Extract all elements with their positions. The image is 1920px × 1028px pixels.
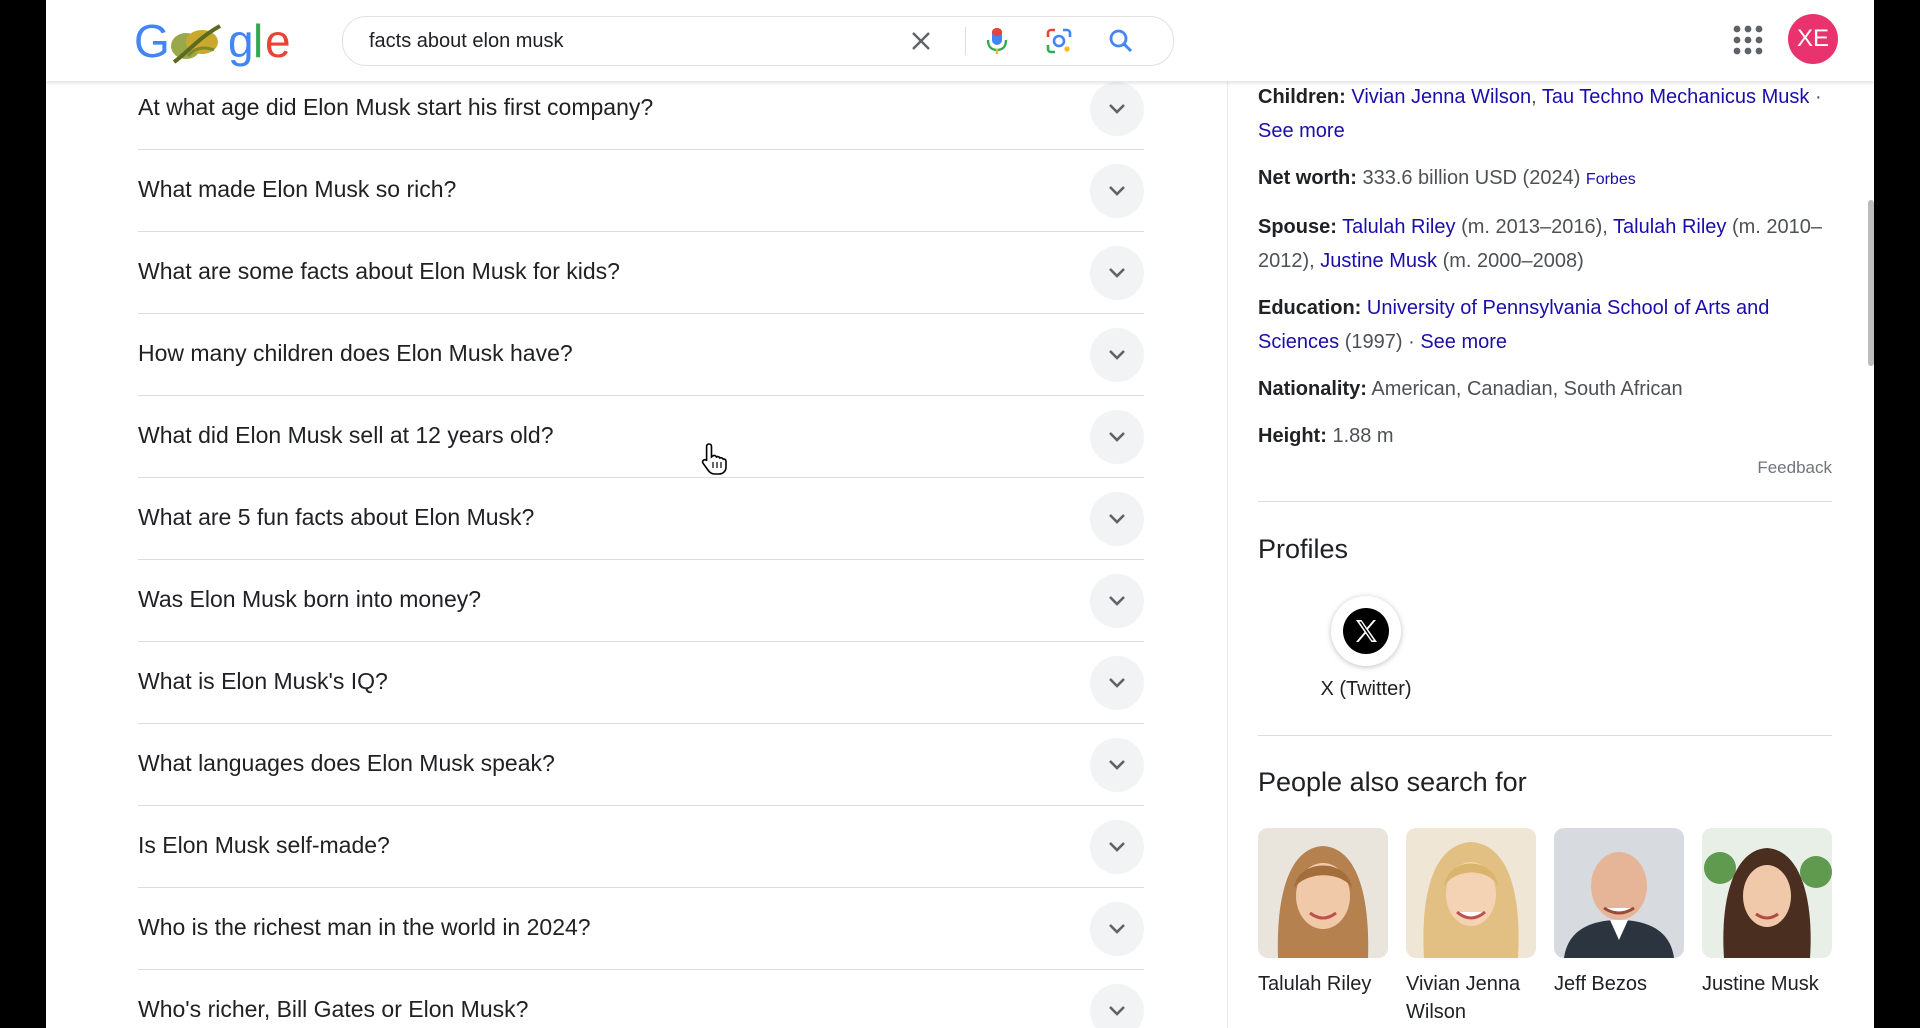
- paa-question-text: What did Elon Musk sell at 12 years old?: [138, 422, 554, 448]
- account-avatar[interactable]: XE: [1788, 14, 1838, 64]
- fact-children: Children: Vivian Jenna Wilson, Tau Techn…: [1258, 86, 1822, 142]
- child-link[interactable]: Tau Techno Mechanicus Musk: [1542, 86, 1810, 108]
- google-doodle-logo[interactable]: G g l e: [134, 14, 291, 68]
- paa-question-text: What are 5 fun facts about Elon Musk?: [138, 504, 535, 530]
- paa-question-text: What is Elon Musk's IQ?: [138, 668, 388, 694]
- chevron-down-icon[interactable]: [1090, 656, 1144, 710]
- search-input[interactable]: facts about elon musk: [369, 17, 564, 65]
- person-photo: [1406, 828, 1536, 958]
- paa-question-row[interactable]: What are some facts about Elon Musk for …: [138, 232, 1144, 314]
- paa-question-row[interactable]: How many children does Elon Musk have?: [138, 314, 1144, 396]
- paa-question-row[interactable]: What did Elon Musk sell at 12 years old?: [138, 396, 1144, 478]
- people-also-ask-list: At what age did Elon Musk start his firs…: [138, 68, 1144, 1028]
- paa-question-row[interactable]: What made Elon Musk so rich?: [138, 150, 1144, 232]
- paa-question-text: How many children does Elon Musk have?: [138, 340, 573, 366]
- fact-nationality: Nationality: American, Canadian, South A…: [1258, 378, 1683, 400]
- chevron-down-icon[interactable]: [1090, 984, 1144, 1028]
- source-link[interactable]: Forbes: [1586, 171, 1636, 188]
- person-name: Justine Musk: [1702, 973, 1819, 995]
- person-card[interactable]: Talulah Riley: [1258, 828, 1390, 998]
- person-card[interactable]: Justine Musk: [1702, 828, 1834, 998]
- see-more-link[interactable]: See more: [1420, 331, 1507, 353]
- scrollbar-thumb[interactable]: [1868, 200, 1874, 366]
- section-divider: [1258, 501, 1832, 502]
- fact-spouse: Spouse: Talulah Riley (m. 2013–2016), Ta…: [1258, 216, 1823, 272]
- search-divider: [965, 27, 966, 55]
- top-bar: G g l e facts about elon musk XE: [46, 0, 1874, 81]
- spouse-link[interactable]: Justine Musk: [1320, 250, 1437, 272]
- fact-education: Education: University of Pennsylvania Sc…: [1258, 297, 1770, 353]
- fact-net-worth: Net worth: 333.6 billion USD (2024) Forb…: [1258, 167, 1636, 189]
- x-logo-icon: [1331, 596, 1401, 666]
- feedback-link[interactable]: Feedback: [1258, 458, 1832, 478]
- chevron-down-icon[interactable]: [1090, 492, 1144, 546]
- paa-question-row[interactable]: Was Elon Musk born into money?: [138, 560, 1144, 642]
- person-photo: [1258, 828, 1388, 958]
- paa-question-row[interactable]: Who is the richest man in the world in 2…: [138, 888, 1144, 970]
- see-more-link[interactable]: See more: [1258, 120, 1345, 142]
- paa-question-row[interactable]: What languages does Elon Musk speak?: [138, 724, 1144, 806]
- spouse-link[interactable]: Talulah Riley: [1613, 216, 1726, 238]
- spouse-link[interactable]: Talulah Riley: [1342, 216, 1455, 238]
- hand-cursor-icon: [701, 443, 727, 475]
- paa-question-text: Was Elon Musk born into money?: [138, 586, 482, 612]
- person-photo: [1702, 828, 1832, 958]
- chevron-down-icon[interactable]: [1090, 82, 1144, 136]
- fact-height: Height: 1.88 m: [1258, 425, 1394, 447]
- people-also-search-title: People also search for: [1258, 767, 1527, 797]
- paa-question-row[interactable]: What is Elon Musk's IQ?: [138, 642, 1144, 724]
- search-icon[interactable]: [1105, 25, 1137, 57]
- chevron-down-icon[interactable]: [1090, 246, 1144, 300]
- chevron-down-icon[interactable]: [1090, 164, 1144, 218]
- person-name: Jeff Bezos: [1554, 973, 1648, 995]
- doodle-leaf-icon: [171, 24, 221, 64]
- chevron-down-icon[interactable]: [1090, 328, 1144, 382]
- paa-question-text: What languages does Elon Musk speak?: [138, 750, 555, 776]
- chevron-down-icon[interactable]: [1090, 410, 1144, 464]
- lens-icon[interactable]: [1043, 25, 1075, 57]
- profile-x-twitter[interactable]: X (Twitter): [1288, 596, 1444, 701]
- person-card[interactable]: Vivian Jenna Wilson: [1406, 828, 1538, 1026]
- apps-icon[interactable]: [1730, 22, 1766, 58]
- paa-question-text: What are some facts about Elon Musk for …: [138, 258, 620, 284]
- paa-question-row[interactable]: Who's richer, Bill Gates or Elon Musk?: [138, 970, 1144, 1028]
- chevron-down-icon[interactable]: [1090, 738, 1144, 792]
- paa-question-text: Is Elon Musk self-made?: [138, 832, 390, 858]
- search-box[interactable]: facts about elon musk: [342, 16, 1174, 66]
- paa-question-row[interactable]: What are 5 fun facts about Elon Musk?: [138, 478, 1144, 560]
- person-name: Talulah Riley: [1258, 973, 1372, 995]
- chevron-down-icon[interactable]: [1090, 820, 1144, 874]
- chevron-down-icon[interactable]: [1090, 574, 1144, 628]
- search-results-page: G g l e facts about elon musk XE At what…: [46, 0, 1874, 1028]
- section-divider: [1258, 735, 1832, 736]
- paa-question-text: Who is the richest man in the world in 2…: [138, 914, 591, 940]
- profiles-title: Profiles: [1258, 534, 1349, 564]
- mic-icon[interactable]: [981, 25, 1013, 57]
- profile-name: X (Twitter): [1320, 678, 1412, 700]
- person-name: Vivian Jenna Wilson: [1406, 973, 1521, 1023]
- knowledge-panel-facts: Children: Vivian Jenna Wilson, Tau Techn…: [1258, 80, 1832, 466]
- panel-divider: [1227, 81, 1228, 1028]
- child-link[interactable]: Vivian Jenna Wilson: [1351, 86, 1531, 108]
- person-photo: [1554, 828, 1684, 958]
- chevron-down-icon[interactable]: [1090, 902, 1144, 956]
- person-card[interactable]: Jeff Bezos: [1554, 828, 1686, 998]
- paa-question-text: What made Elon Musk so rich?: [138, 176, 457, 202]
- paa-question-text: Who's richer, Bill Gates or Elon Musk?: [138, 996, 529, 1022]
- paa-question-row[interactable]: Is Elon Musk self-made?: [138, 806, 1144, 888]
- clear-icon[interactable]: [905, 25, 937, 57]
